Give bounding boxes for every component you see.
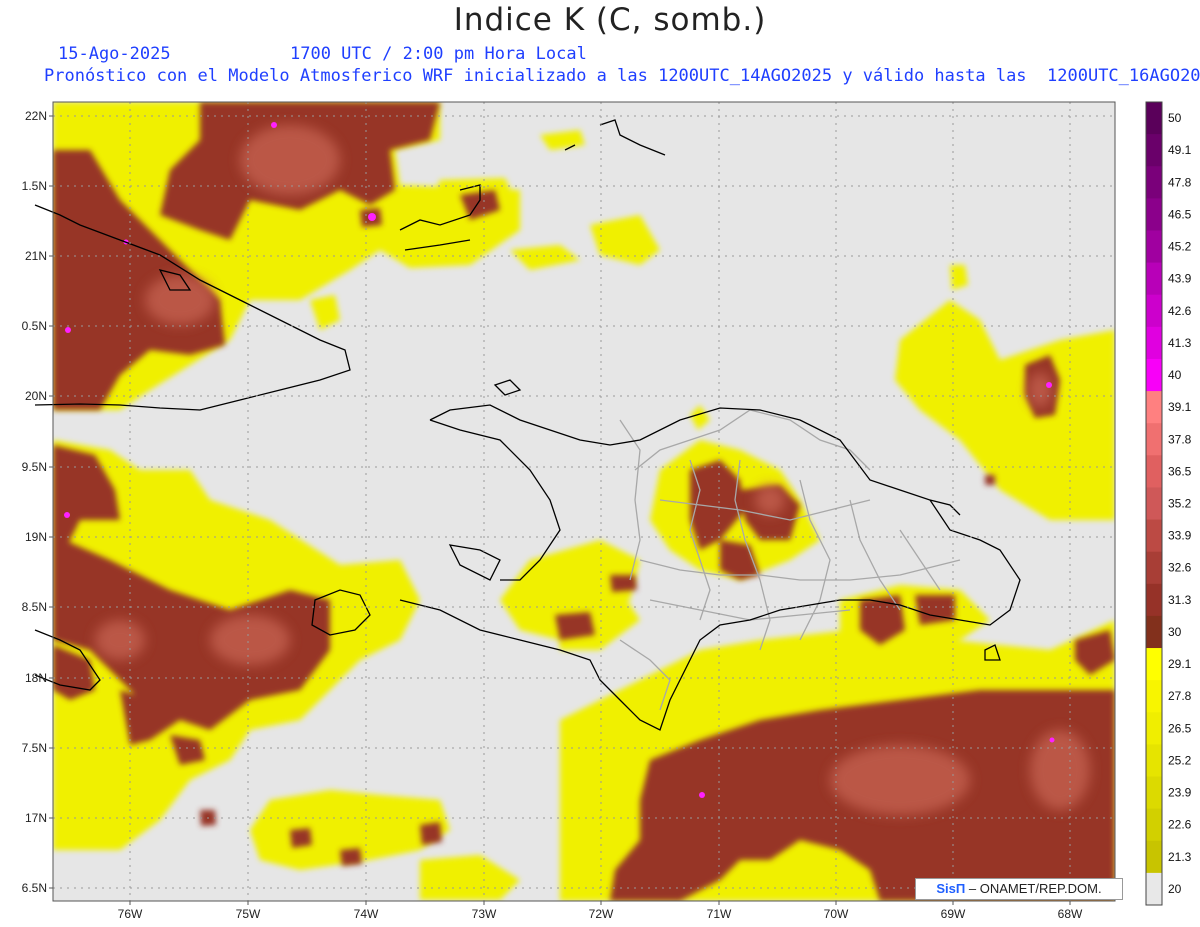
footer-org: – ONAMET/REP.DOM. (968, 881, 1102, 896)
latitude-labels: 22N 1.5N 21N 0.5N 20N 9.5N 19N 8.5N 18N 7.5N 17N 6.… (22, 109, 53, 895)
latitude-label: 8.5N (22, 600, 47, 614)
colorbar-label: 23.9 (1168, 786, 1192, 800)
latitude-label: 19N (25, 530, 47, 544)
colorbar-swatch (1146, 294, 1162, 328)
colorbar-swatch (1146, 102, 1162, 135)
sispi-logo: SisΠ (936, 881, 966, 896)
colorbar-swatch (1146, 744, 1162, 778)
longitude-label: 74W (354, 907, 379, 921)
colorbar-swatch (1146, 519, 1162, 553)
colorbar-label: 33.9 (1168, 529, 1192, 543)
latitude-label: 6.5N (22, 881, 47, 895)
weather-map: 22N 1.5N 21N 0.5N 20N 9.5N 19N 8.5N 18N 7.5N 17N 6.… (22, 101, 1192, 921)
colorbar-label: 41.3 (1168, 336, 1192, 350)
longitude-label: 72W (589, 907, 614, 921)
latitude-label: 21N (25, 249, 47, 263)
colorbar-swatch (1146, 840, 1162, 874)
colorbar-label: 27.8 (1168, 689, 1192, 703)
colorbar-label: 43.9 (1168, 272, 1192, 286)
footer-credit: SisΠ – ONAMET/REP.DOM. (915, 878, 1123, 900)
colorbar-swatch (1146, 198, 1162, 231)
longitude-label: 73W (472, 907, 497, 921)
latitude-label: 22N (25, 109, 47, 123)
colorbar-label: 47.8 (1168, 175, 1192, 189)
colorbar-swatch (1146, 230, 1162, 264)
colorbar-swatch (1146, 776, 1162, 810)
colorbar-swatch (1146, 358, 1162, 392)
latitude-label: 20N (25, 389, 47, 403)
colorbar-label: 22.6 (1168, 818, 1192, 832)
colorbar-swatch (1146, 326, 1162, 360)
colorbar-label: 46.5 (1168, 207, 1192, 221)
longitude-label: 76W (118, 907, 143, 921)
colorbar-label: 29.1 (1168, 657, 1192, 671)
colorbar-swatch (1146, 262, 1162, 296)
longitude-label: 68W (1058, 907, 1083, 921)
longitude-label: 69W (941, 907, 966, 921)
latitude-label: 17N (25, 811, 47, 825)
latitude-label: 1.5N (22, 179, 47, 193)
colorbar-swatch (1146, 551, 1162, 585)
colorbar-label: 31.3 (1168, 593, 1192, 607)
colorbar-swatch (1146, 808, 1162, 842)
colorbar-label: 49.1 (1168, 143, 1192, 157)
colorbar-swatch (1146, 455, 1162, 488)
colorbar-label: 25.2 (1168, 753, 1192, 767)
colorbar-label: 26.5 (1168, 721, 1192, 735)
longitude-label: 75W (236, 907, 261, 921)
colorbar-swatch (1146, 680, 1162, 713)
colorbar-label: 20 (1168, 882, 1182, 896)
longitude-labels: 76W 75W 74W 73W 72W 71W 70W 69W 68W (118, 901, 1083, 921)
colorbar-label: 37.8 (1168, 432, 1192, 446)
colorbar-label: 45.2 (1168, 240, 1192, 254)
latitude-label: 18N (25, 671, 47, 685)
colorbar-swatch (1146, 712, 1162, 745)
colorbar-swatch (1146, 134, 1162, 167)
colorbar-swatch (1146, 872, 1162, 906)
colorbar-swatch (1146, 166, 1162, 199)
latitude-label: 7.5N (22, 741, 47, 755)
colorbar-label: 30 (1168, 625, 1182, 639)
colorbar-label: 36.5 (1168, 464, 1192, 478)
colorbar-swatch (1146, 487, 1162, 521)
colorbar-label: 39.1 (1168, 400, 1192, 414)
colorbar-label: 21.3 (1168, 850, 1192, 864)
longitude-label: 71W (707, 907, 732, 921)
colorbar-swatch (1146, 615, 1162, 649)
colorbar-swatch (1146, 423, 1162, 456)
colorbar: 50 49.1 47.8 46.5 45.2 43.9 42.6 41.3 40 39.1 37.8… (1145, 101, 1192, 906)
colorbar-label: 32.6 (1168, 561, 1192, 575)
colorbar-label: 35.2 (1168, 497, 1192, 511)
colorbar-label: 50 (1168, 111, 1182, 125)
colorbar-swatch (1146, 648, 1162, 681)
colorbar-swatch (1146, 391, 1162, 424)
colorbar-label: 42.6 (1168, 304, 1192, 318)
latitude-label: 9.5N (22, 460, 47, 474)
colorbar-label: 40 (1168, 368, 1182, 382)
colorbar-swatch (1146, 583, 1162, 617)
latitude-label: 0.5N (22, 319, 47, 333)
longitude-label: 70W (824, 907, 849, 921)
